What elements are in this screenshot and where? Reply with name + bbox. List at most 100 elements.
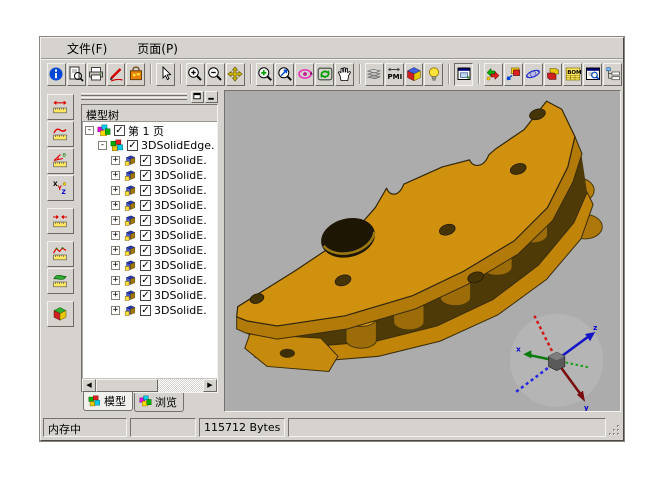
tree-expand-toggle[interactable]: +	[111, 216, 120, 225]
tree-node-label[interactable]: 3DSolidE.	[154, 214, 207, 227]
export-package-button[interactable]	[126, 63, 145, 86]
tree-node-label[interactable]: 3DSolidE.	[154, 169, 207, 182]
zoom-in-button[interactable]	[186, 63, 205, 86]
tree-expand-toggle[interactable]: -	[85, 126, 94, 135]
tree-expand-toggle[interactable]: +	[111, 306, 120, 315]
tree-indent	[82, 273, 108, 288]
tab-browse[interactable]: 浏览	[134, 393, 184, 412]
view-orientation-button[interactable]	[405, 63, 424, 86]
scrollbar-track[interactable]	[96, 379, 203, 392]
measure-volume-button[interactable]	[47, 301, 74, 327]
print-preview-button[interactable]	[67, 63, 86, 86]
rotate-view-button[interactable]	[295, 63, 314, 86]
panel-hide-button[interactable]	[205, 91, 218, 103]
tab-model[interactable]: 模型	[83, 392, 133, 411]
visibility-checkbox[interactable]: ✓	[140, 275, 151, 286]
visibility-checkbox[interactable]: ✓	[140, 200, 151, 211]
scrollbar-thumb[interactable]	[96, 379, 158, 392]
resize-grip[interactable]	[608, 424, 621, 437]
visibility-checkbox[interactable]: ✓	[140, 155, 151, 166]
tree-expand-toggle[interactable]: +	[111, 231, 120, 240]
visibility-checkbox[interactable]: ✓	[127, 140, 138, 151]
viewport-3d[interactable]: z y x	[224, 90, 621, 412]
lighting-button[interactable]	[424, 63, 443, 86]
visibility-checkbox[interactable]: ✓	[140, 170, 151, 181]
axis-triad[interactable]: z y x	[510, 314, 603, 411]
part-icon	[123, 259, 137, 273]
m-dist-icon	[52, 99, 68, 115]
tree-expand-toggle[interactable]: +	[111, 186, 120, 195]
tree-expand-toggle[interactable]: +	[111, 156, 120, 165]
tree-node-label[interactable]: 3DSolidE.	[154, 274, 207, 287]
viewport-mode-button[interactable]	[454, 63, 473, 86]
tree-node-label[interactable]: 3DSolidE.	[154, 154, 207, 167]
tree-hscrollbar[interactable]: ◀ ▶	[82, 378, 217, 392]
file-info-button[interactable]	[47, 63, 66, 86]
spin-icon	[317, 66, 333, 82]
tree-expand-toggle[interactable]: +	[111, 261, 120, 270]
model-3d[interactable]: z y x	[225, 91, 620, 411]
tree-expand-toggle[interactable]: +	[111, 246, 120, 255]
scroll-right-arrow[interactable]: ▶	[203, 379, 217, 392]
pmi-display-button[interactable]	[385, 63, 404, 86]
select-button[interactable]	[156, 63, 175, 86]
tree-indent	[82, 303, 108, 318]
tree-node-label[interactable]: 3DSolidE.	[154, 199, 207, 212]
measure-area-button[interactable]	[47, 268, 74, 294]
tree-node-label[interactable]: 3DSolidE.	[154, 244, 207, 257]
tree-node-label[interactable]: 3DSolidE.	[154, 184, 207, 197]
visibility-checkbox[interactable]: ✓	[140, 290, 151, 301]
tree-expand-toggle[interactable]: +	[111, 171, 120, 180]
scroll-left-arrow[interactable]: ◀	[82, 379, 96, 392]
tree-node-label[interactable]: 3DSolidE.	[154, 304, 207, 317]
tree-expand-toggle[interactable]: +	[111, 291, 120, 300]
tree-node-label[interactable]: 3DSolidE.	[154, 259, 207, 272]
measure-min-distance-button[interactable]	[47, 208, 74, 234]
explode-view-button[interactable]	[544, 63, 563, 86]
tree-node-label[interactable]: 第 1 页	[128, 123, 164, 139]
properties-window-button[interactable]	[583, 63, 602, 86]
m-angle-icon	[52, 153, 68, 169]
panel-drag-handle[interactable]	[81, 92, 187, 101]
pan-hand-button[interactable]	[335, 63, 354, 86]
visibility-checkbox[interactable]: ✓	[140, 230, 151, 241]
visibility-checkbox[interactable]: ✓	[140, 305, 151, 316]
m-poly-icon	[52, 246, 68, 262]
menu-item-page[interactable]: 页面(P)	[129, 38, 186, 59]
layers-button[interactable]	[365, 63, 384, 86]
window-mode-icon	[456, 66, 472, 82]
markup-pen-button[interactable]	[107, 63, 126, 86]
measure-polyline-button[interactable]	[47, 241, 74, 267]
tree-expand-toggle[interactable]: -	[98, 141, 107, 150]
visibility-checkbox[interactable]: ✓	[140, 245, 151, 256]
measure-curve-button[interactable]	[47, 121, 74, 147]
tab-model-label: 模型	[104, 393, 126, 409]
bom-table-button[interactable]	[563, 63, 582, 86]
menu-item-file[interactable]: 文件(F)	[59, 38, 115, 59]
visibility-checkbox[interactable]: ✓	[140, 215, 151, 226]
zoom-window-button[interactable]	[256, 63, 275, 86]
menu-bar: 文件(F) 页面(P)	[41, 38, 623, 59]
panel-float-button[interactable]	[191, 91, 204, 103]
move-part-button[interactable]	[504, 63, 523, 86]
tree-expand-toggle[interactable]: +	[111, 276, 120, 285]
orbit-part-button[interactable]	[524, 63, 543, 86]
visibility-checkbox[interactable]: ✓	[114, 125, 125, 136]
zoom-out-button[interactable]	[206, 63, 225, 86]
tree-node-label[interactable]: 3DSolidE.	[154, 229, 207, 242]
measure-distance-button[interactable]	[47, 94, 74, 120]
toolbar-separator	[478, 64, 480, 84]
tree-node-label[interactable]: 3DSolidEdge.	[141, 139, 214, 152]
visibility-checkbox[interactable]: ✓	[140, 185, 151, 196]
move-view-button[interactable]	[226, 63, 245, 86]
structure-tree-button[interactable]	[603, 63, 622, 86]
compare-models-button[interactable]	[484, 63, 503, 86]
tree-node-label[interactable]: 3DSolidE.	[154, 289, 207, 302]
tree-expand-toggle[interactable]: +	[111, 201, 120, 210]
measure-angle-button[interactable]	[47, 148, 74, 174]
visibility-checkbox[interactable]: ✓	[140, 260, 151, 271]
print-button[interactable]	[87, 63, 106, 86]
zoom-dynamic-button[interactable]	[275, 63, 294, 86]
measure-coordinate-button[interactable]	[47, 175, 74, 201]
spin-view-button[interactable]	[315, 63, 334, 86]
